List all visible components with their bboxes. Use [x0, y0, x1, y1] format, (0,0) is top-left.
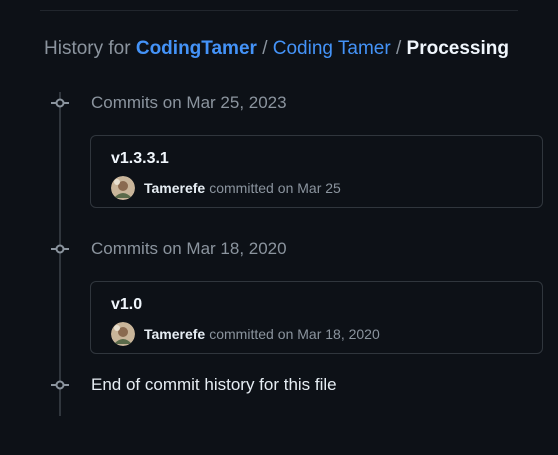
commit-group-title: Commits on Mar 18, 2020: [91, 239, 287, 258]
git-commit-icon: [51, 98, 69, 108]
commit-author-link[interactable]: Tamerefe: [144, 326, 205, 342]
commit-card: v1.3.3.1 Tamerefe committed on Mar 25: [90, 135, 543, 208]
git-commit-icon: [51, 380, 69, 390]
commit-action: committed: [209, 326, 274, 342]
commit-message-link[interactable]: v1.0: [111, 295, 142, 315]
commit-card: v1.0 Tamerefe committed on Mar 18, 2020: [90, 281, 543, 354]
breadcrumb-current-path: Processing: [406, 38, 509, 59]
commit-group-title: Commits on Mar 25, 2023: [91, 93, 287, 112]
breadcrumb-prefix: History for: [44, 38, 131, 59]
avatar[interactable]: [111, 322, 135, 346]
breadcrumb: History for CodingTamer / Coding Tamer /…: [44, 36, 509, 62]
commit-meta: Tamerefe committed on Mar 18, 2020: [111, 322, 380, 346]
commit-date: on Mar 25: [277, 180, 341, 196]
end-of-history-text: End of commit history for this file: [91, 375, 337, 394]
commit-action: committed: [209, 180, 274, 196]
top-divider: [40, 10, 518, 11]
commit-history-page: History for CodingTamer / Coding Tamer /…: [0, 0, 558, 455]
commit-author-link[interactable]: Tamerefe: [144, 180, 205, 196]
breadcrumb-owner-link[interactable]: CodingTamer: [136, 38, 257, 59]
breadcrumb-repo-link[interactable]: Coding Tamer: [273, 38, 391, 59]
breadcrumb-separator: /: [262, 38, 268, 59]
commit-message-link[interactable]: v1.3.3.1: [111, 149, 169, 169]
commit-date: on Mar 18, 2020: [277, 326, 380, 342]
commit-meta: Tamerefe committed on Mar 25: [111, 176, 341, 200]
git-commit-icon: [51, 244, 69, 254]
avatar[interactable]: [111, 176, 135, 200]
breadcrumb-separator: /: [395, 38, 402, 59]
